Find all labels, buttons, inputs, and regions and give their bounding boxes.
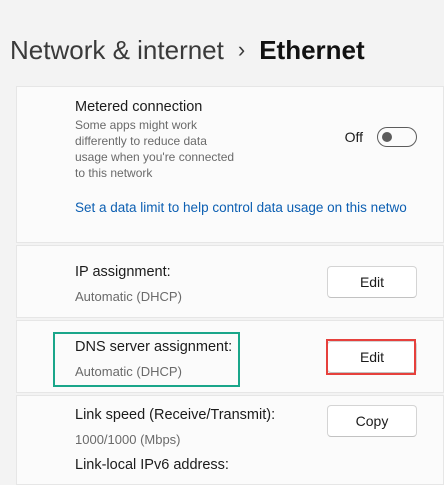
dns-server-assignment-title: DNS server assignment: — [75, 339, 233, 355]
ip-assignment-title: IP assignment: — [75, 264, 171, 280]
dns-server-assignment-edit-button[interactable]: Edit — [327, 341, 417, 373]
toggle-knob — [382, 131, 392, 142]
dns-server-assignment-value: Automatic (DHCP) — [75, 364, 182, 379]
link-speed-copy-button[interactable]: Copy — [327, 405, 417, 437]
ip-assignment-value: Automatic (DHCP) — [75, 289, 182, 304]
link-speed-value: 1000/1000 (Mbps) — [75, 432, 181, 447]
metered-connection-title: Metered connection — [75, 99, 203, 115]
breadcrumb: Network & internet › Ethernet — [10, 30, 365, 70]
ip-assignment-edit-button[interactable]: Edit — [327, 266, 417, 298]
link-speed-title: Link speed (Receive/Transmit): — [75, 407, 276, 423]
set-data-limit-link[interactable]: Set a data limit to help control data us… — [75, 200, 407, 215]
breadcrumb-parent-network-internet[interactable]: Network & internet — [10, 35, 224, 66]
description-line: usage when you're connected — [75, 150, 235, 164]
description-line: to this network — [75, 166, 153, 180]
metered-toggle-group: Off — [345, 127, 417, 147]
metered-connection-card: Metered connection Some apps might work … — [16, 86, 444, 243]
metered-connection-description: Some apps might work differently to redu… — [75, 117, 234, 181]
ipv6-address-title: Link-local IPv6 address: — [75, 457, 229, 473]
metered-connection-toggle[interactable] — [377, 127, 417, 147]
description-line: differently to reduce data — [75, 134, 207, 148]
chevron-right-icon: › — [237, 37, 246, 62]
dns-server-assignment-card: DNS server assignment: Automatic (DHCP) … — [16, 320, 444, 393]
ip-assignment-card: IP assignment: Automatic (DHCP) Edit — [16, 245, 444, 318]
metered-toggle-label: Off — [344, 129, 363, 145]
page-title: Ethernet — [259, 34, 365, 65]
description-line: Some apps might work — [75, 118, 198, 132]
